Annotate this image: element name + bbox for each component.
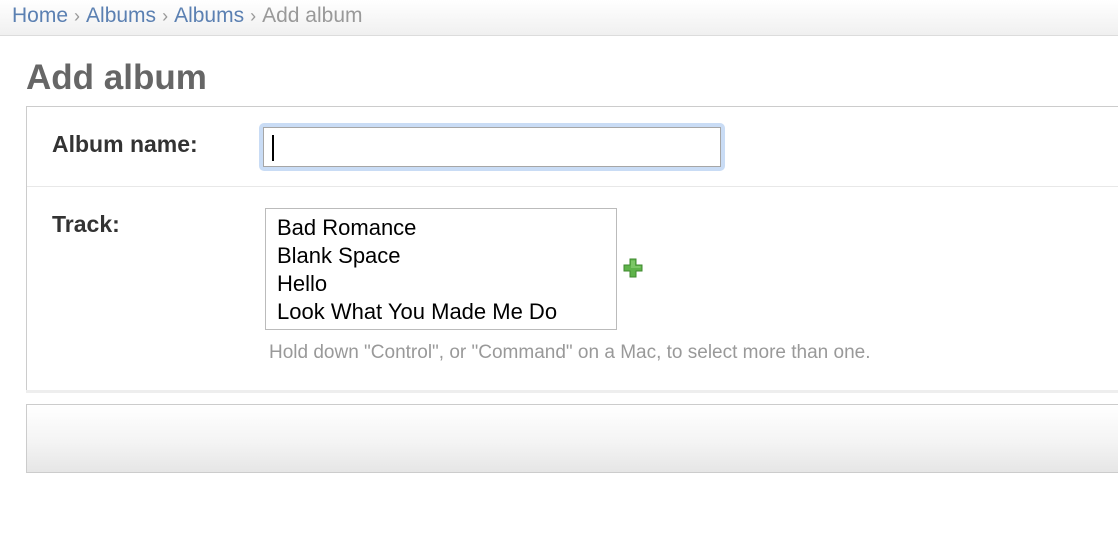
album-name-input[interactable]	[263, 127, 721, 167]
fieldset-divider	[26, 390, 1118, 393]
album-name-label: Album name:	[52, 131, 198, 157]
album-form-fieldset: Album name: Track: Bad Romance Blank Spa…	[26, 106, 1118, 393]
track-label: Track:	[52, 211, 120, 237]
track-option[interactable]: Hello	[277, 270, 616, 298]
breadcrumb-home-link[interactable]: Home	[12, 4, 68, 27]
breadcrumb: Home › Albums › Albums › Add album	[0, 0, 1118, 36]
breadcrumb-separator: ›	[74, 6, 81, 26]
breadcrumb-separator: ›	[162, 6, 169, 26]
page-title: Add album	[26, 58, 207, 97]
album-name-focus-ring	[259, 123, 725, 171]
breadcrumb-model-link[interactable]: Albums	[174, 4, 244, 27]
text-cursor	[272, 135, 274, 161]
submit-row	[26, 404, 1118, 473]
album-name-row: Album name:	[27, 107, 1118, 187]
track-option[interactable]: Bad Romance	[277, 214, 616, 242]
breadcrumb-app-link[interactable]: Albums	[86, 4, 156, 27]
track-option[interactable]: Look What You Made Me Do	[277, 298, 616, 326]
track-help-text: Hold down "Control", or "Command" on a M…	[269, 342, 871, 363]
track-option[interactable]: Blank Space	[277, 242, 616, 270]
plus-icon[interactable]	[623, 258, 643, 278]
track-row: Track: Bad Romance Blank Space Hello Loo…	[27, 187, 1118, 392]
breadcrumb-separator: ›	[250, 6, 257, 26]
track-multiselect[interactable]: Bad Romance Blank Space Hello Look What …	[265, 208, 617, 330]
breadcrumb-current: Add album	[262, 4, 363, 27]
